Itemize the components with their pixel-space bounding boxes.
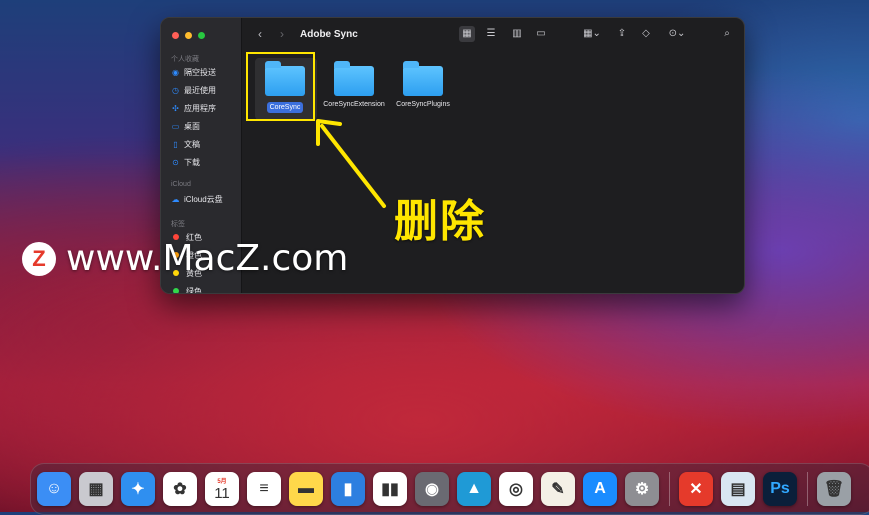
file-name: CoreSyncExtension — [323, 101, 385, 108]
dock-app-appstore-icon[interactable]: A — [583, 472, 617, 506]
cloud-icon: ☁ — [171, 194, 180, 204]
dock-app-reminders-icon[interactable]: ≡ — [247, 472, 281, 506]
document-icon: ▯ — [173, 139, 178, 149]
dock-app-finder-icon[interactable]: ☺ — [37, 472, 71, 506]
dock-app-altstore-icon[interactable]: ▲ — [457, 472, 491, 506]
sidebar-tag[interactable]: 绿色 — [171, 285, 202, 294]
dock-app-safari-icon[interactable]: ✦ — [121, 472, 155, 506]
watermark-logo: Z — [22, 241, 56, 276]
sidebar-tag-label: 绿色 — [186, 286, 202, 294]
sidebar-item-label: 隔空投送 — [184, 67, 216, 77]
sidebar-item[interactable]: ◷ 最近使用 — [171, 84, 216, 96]
dock-app-glyph: ▤ — [730, 481, 746, 498]
dock-app-photoshop-icon[interactable]: Ps — [763, 472, 797, 506]
close-button[interactable] — [172, 32, 179, 39]
dock-app-chrome-icon[interactable]: ◎ — [499, 472, 533, 506]
icloud-title: iCloud — [171, 181, 191, 188]
dock-app-calendar-icon[interactable]: 5月 11 — [205, 472, 239, 506]
window-title: Adobe Sync — [300, 28, 358, 40]
dock-app-settings-icon[interactable]: ⚙ — [625, 472, 659, 506]
dock-app-glyph: ▦ — [88, 481, 104, 498]
dock-app-launchpad-icon[interactable]: ▦ — [79, 472, 113, 506]
dock-app-glyph: ▮ — [343, 481, 353, 498]
tags-title: 标签 — [171, 221, 185, 228]
share-icon[interactable]: ⇪ — [614, 26, 630, 42]
calendar-month: 5月 — [217, 479, 227, 485]
highlight-box — [246, 52, 315, 121]
list-view-icon[interactable]: ☰ — [483, 26, 499, 42]
back-button[interactable]: ‹ — [252, 27, 268, 41]
dock-app-glyph: ◎ — [509, 481, 523, 498]
dock-app-glyph: ✿ — [173, 481, 187, 498]
dock-app-glyph: ▮▮ — [381, 481, 399, 498]
gallery-view-icon[interactable]: ▭ — [533, 26, 549, 42]
sidebar-item-label: 下载 — [184, 157, 200, 167]
desktop-icon: ▭ — [171, 121, 180, 131]
dock-app-preview-icon[interactable]: ▤ — [721, 472, 755, 506]
dock-app-numbers-icon[interactable]: ▮▮ — [373, 472, 407, 506]
dock-app-keynote-icon[interactable]: ▮ — [331, 472, 365, 506]
dock-app-textedit-icon[interactable]: ✎ — [541, 472, 575, 506]
file-item-coresyncplugins[interactable]: CoreSyncPlugins — [387, 60, 459, 109]
download-icon: ⊙ — [172, 157, 179, 167]
dock-app-gamecenter-icon[interactable]: ◉ — [415, 472, 449, 506]
dock-app-trash-icon[interactable]: 🗑 — [817, 472, 851, 506]
sidebar-item-label: 应用程序 — [184, 103, 216, 113]
dock-app-glyph: Ps — [770, 480, 790, 497]
file-name: CoreSyncPlugins — [396, 101, 450, 108]
search-icon[interactable]: ⌕ — [719, 26, 735, 42]
dock-app-notes-icon[interactable]: ▬ — [289, 472, 323, 506]
sidebar-item-label: 文稿 — [184, 139, 200, 149]
folder-icon — [403, 61, 443, 96]
dock-app-glyph: ☺ — [45, 480, 63, 497]
sidebar-item[interactable]: ▯ 文稿 — [171, 138, 200, 150]
applications-icon: ✣ — [172, 103, 179, 113]
clock-icon: ◷ — [172, 85, 179, 95]
toolbar: ‹ › Adobe Sync ▦ ☰ ▥ ▭ ▦⌄ ⇪ ◇ ⊙⌄ ⌕ — [242, 18, 744, 50]
airdrop-icon: ◉ — [172, 67, 179, 77]
group-icon[interactable]: ▦⌄ — [579, 26, 605, 42]
sidebar-item-label: 最近使用 — [184, 85, 216, 95]
dock-app-glyph: ⚙ — [634, 481, 650, 498]
sidebar-item-label: iCloud云盘 — [184, 194, 223, 204]
sidebar-item-label: 桌面 — [184, 121, 200, 131]
dock-app-glyph: A — [594, 480, 606, 497]
dock: ☺ ▦ ✦ ✿ 5月 11 ≡ ▬ ▮ ▮▮ ◉ ▲ ◎ ✎ A ⚙ ✕ ▤ Ps 🗑 — [30, 463, 869, 515]
dock-separator — [807, 472, 808, 506]
sidebar-item[interactable]: ⊙ 下载 — [171, 156, 200, 168]
dock-app-glyph: ✎ — [551, 481, 565, 498]
dock-app-glyph: ◉ — [425, 481, 439, 498]
delete-annotation: 删除 — [394, 196, 486, 247]
sidebar-item[interactable]: ◉ 隔空投送 — [171, 66, 216, 78]
dock-app-glyph: 🗑 — [823, 481, 845, 498]
file-item-coresyncextension[interactable]: CoreSyncExtension — [318, 60, 390, 109]
dock-app-glyph: ✕ — [689, 481, 703, 498]
tag-dot-icon — [173, 288, 179, 293]
sidebar-item[interactable]: ▭ 桌面 — [171, 120, 200, 132]
minimize-button[interactable] — [185, 32, 192, 39]
dock-separator — [669, 472, 670, 506]
folder-icon — [334, 61, 374, 96]
dock-app-photos-icon[interactable]: ✿ — [163, 472, 197, 506]
watermark: Z www.MacZ.com — [22, 238, 348, 279]
traffic-lights — [172, 32, 205, 39]
sidebar-item[interactable]: ☁ iCloud云盘 — [171, 193, 223, 205]
dock-app-glyph: ✦ — [131, 481, 145, 498]
watermark-text: www.MacZ.com — [66, 238, 349, 279]
column-view-icon[interactable]: ▥ — [509, 26, 525, 42]
favorites-title: 个人收藏 — [171, 56, 199, 63]
tag-icon[interactable]: ◇ — [638, 26, 654, 42]
dock-app-glyph: ≡ — [259, 480, 269, 497]
more-actions-icon[interactable]: ⊙⌄ — [664, 26, 690, 42]
calendar-day: 11 — [214, 485, 230, 502]
icon-view-icon[interactable]: ▦ — [459, 26, 475, 42]
dock-app-glyph: ▲ — [466, 480, 482, 497]
dock-app-xmind-icon[interactable]: ✕ — [679, 472, 713, 506]
dock-app-glyph: ▬ — [298, 480, 314, 497]
zoom-button[interactable] — [198, 32, 205, 39]
forward-button[interactable]: › — [274, 27, 290, 41]
sidebar-item[interactable]: ✣ 应用程序 — [171, 102, 216, 114]
